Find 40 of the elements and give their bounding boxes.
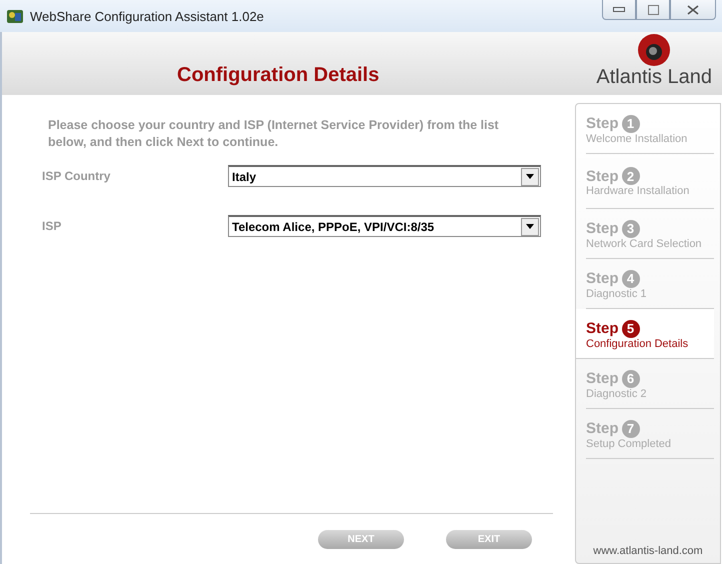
step-label: Step (586, 370, 619, 387)
step-label: Step (586, 168, 619, 184)
close-icon (687, 4, 699, 14)
field-label: ISP Country (42, 169, 112, 183)
minimize-button[interactable] (602, 0, 636, 20)
maximize-button[interactable] (636, 0, 670, 20)
step-name: Network Card Selection (586, 238, 703, 250)
logo-icon (637, 33, 672, 67)
website-url: www.atlantis-land.com (592, 545, 704, 559)
close-button[interactable] (670, 0, 716, 20)
step-name: Hardware Installation (586, 185, 690, 197)
step-number: 5 (622, 320, 640, 338)
step-label: Step (586, 270, 619, 287)
dropdown-arrow-icon (526, 174, 534, 179)
maximize-icon (648, 4, 658, 14)
step-number: 1 (622, 114, 640, 132)
step-number: 6 (622, 370, 640, 388)
field-label: ISP (42, 219, 62, 233)
dropdown[interactable]: Telecom Alice, PPPoE, VPI/VCI:8/35 (228, 215, 541, 237)
logo-text: Atlantis Land (596, 67, 712, 87)
step-name: Setup Completed (586, 438, 672, 450)
step-name: Diagnostic 1 (586, 288, 648, 300)
page-heading: Configuration Details (177, 64, 380, 87)
step-label: Step (586, 420, 619, 437)
step-name: Diagnostic 2 (586, 388, 648, 400)
step-number: 3 (622, 220, 640, 238)
step-label: Step (586, 115, 619, 132)
step-number: 2 (622, 167, 640, 185)
minimize-icon (613, 6, 625, 12)
step-number: 7 (622, 420, 640, 438)
app-icon (6, 7, 24, 25)
instructions-text: Please choose your country and ISP (Internet Service Provider) from the list below, and then click Next to continue. (48, 117, 500, 151)
dropdown-arrow-icon (526, 224, 534, 229)
window-title: WebShare Configuration Assistant 1.02e (30, 8, 264, 24)
step-label: Step (586, 320, 619, 337)
step-number: 4 (622, 270, 640, 288)
step-label: Step (586, 220, 619, 237)
step-name: Welcome Installation (586, 132, 688, 144)
step-name: Configuration Details (586, 338, 690, 350)
dropdown[interactable]: Italy (228, 165, 541, 187)
